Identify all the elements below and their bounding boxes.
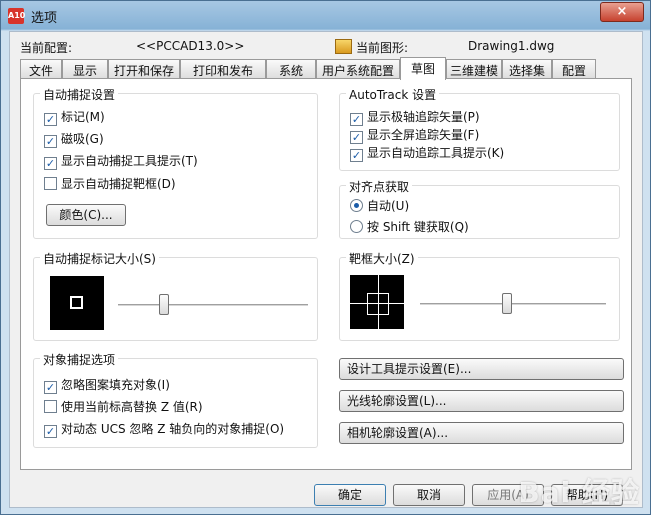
autosnap-tooltip-checkbox[interactable]: ✓ <box>44 157 57 170</box>
full-screen-tracking-option[interactable]: ✓ 显示全屏追踪矢量(F) <box>350 126 479 144</box>
full-screen-tracking-label: 显示全屏追踪矢量(F) <box>367 128 480 142</box>
drafting-tab-panel: 自动捕捉设置 ✓ 标记(M) ✓ 磁吸(G) ✓ 显示自动捕捉工具提示(T) 显示自动… <box>20 78 632 470</box>
ignore-negative-z-label: 对动态 UCS 忽略 Z 轴负向的对象捕捉(O) <box>61 422 285 436</box>
help-button[interactable]: 帮助(H) <box>551 484 623 506</box>
autosnap-settings-title: 自动捕捉设置 <box>40 86 119 103</box>
tab-display[interactable]: 显示 <box>62 59 108 79</box>
autosnap-marker-size-group: 自动捕捉标记大小(S) <box>33 250 318 341</box>
full-screen-tracking-checkbox[interactable]: ✓ <box>350 131 363 144</box>
alignment-point-group: 对齐点获取 自动(U) 按 Shift 键获取(Q) <box>339 178 620 239</box>
autotrack-tooltip-label: 显示自动追踪工具提示(K) <box>367 146 505 160</box>
light-glyph-settings-button[interactable]: 光线轮廓设置(L)... <box>339 390 624 412</box>
ignore-hatch-option[interactable]: ✓ 忽略图案填充对象(I) <box>44 376 170 394</box>
tab-plot-publish[interactable]: 打印和发布 <box>180 59 266 79</box>
object-snap-options-title: 对象捕捉选项 <box>40 351 119 368</box>
tab-files[interactable]: 文件 <box>20 59 62 79</box>
polar-tracking-option[interactable]: ✓ 显示极轴追踪矢量(P) <box>350 108 480 126</box>
tab-open-save[interactable]: 打开和保存 <box>108 59 180 79</box>
aperture-size-preview <box>350 275 404 329</box>
aperture-size-slider-thumb[interactable] <box>502 293 513 314</box>
current-config-label: 当前配置: <box>20 41 73 55</box>
tab-user-preferences[interactable]: 用户系统配置 <box>316 59 400 79</box>
profile-row: 当前配置: <<PCCAD13.0>> 当前图形: Drawing1.dwg <box>20 36 640 56</box>
shift-acquisition-option[interactable]: 按 Shift 键获取(Q) <box>350 218 469 236</box>
tab-system[interactable]: 系统 <box>266 59 316 79</box>
ignore-negative-z-checkbox[interactable]: ✓ <box>44 425 57 438</box>
aperture-size-group: 靶框大小(Z) <box>339 250 620 341</box>
current-drawing-label: 当前图形: <box>356 41 409 55</box>
autosnap-aperture-checkbox[interactable] <box>44 177 57 190</box>
crosshair-vertical <box>378 275 379 329</box>
autosnap-settings-group: 自动捕捉设置 ✓ 标记(M) ✓ 磁吸(G) ✓ 显示自动捕捉工具提示(T) 显示自动… <box>33 86 318 239</box>
magnet-option[interactable]: ✓ 磁吸(G) <box>44 130 104 148</box>
ignore-hatch-label: 忽略图案填充对象(I) <box>61 378 170 392</box>
crosshair-horizontal <box>350 303 404 304</box>
autotrack-tooltip-checkbox[interactable]: ✓ <box>350 149 363 162</box>
aperture-size-title: 靶框大小(Z) <box>346 250 418 267</box>
options-tabs: 文件 显示 打开和保存 打印和发布 系统 用户系统配置 草图 三维建模 选择集 … <box>20 57 640 80</box>
marker-option[interactable]: ✓ 标记(M) <box>44 108 105 126</box>
autosnap-marker-size-title: 自动捕捉标记大小(S) <box>40 250 159 267</box>
marker-checkbox[interactable]: ✓ <box>44 113 57 126</box>
automatic-acquisition-radio[interactable] <box>350 199 363 212</box>
cancel-button[interactable]: 取消 <box>393 484 465 506</box>
marker-size-slider-track[interactable] <box>118 304 308 307</box>
autosnap-aperture-option[interactable]: 显示自动捕捉靶框(D) <box>44 175 176 193</box>
replace-z-checkbox[interactable] <box>44 400 57 413</box>
marker-preview-square <box>70 296 83 309</box>
object-snap-options-group: 对象捕捉选项 ✓ 忽略图案填充对象(I) 使用当前标高替换 Z 值(R) ✓ 对动态… <box>33 351 318 448</box>
autotrack-tooltip-option[interactable]: ✓ 显示自动追踪工具提示(K) <box>350 144 504 162</box>
autotrack-settings-group: AutoTrack 设置 ✓ 显示极轴追踪矢量(P) ✓ 显示全屏追踪矢量(F) ✓… <box>339 86 620 171</box>
current-config-value: <<PCCAD13.0>> <box>136 39 245 53</box>
shift-acquisition-radio[interactable] <box>350 220 363 233</box>
camera-glyph-settings-button[interactable]: 相机轮廓设置(A)... <box>339 422 624 444</box>
tab-3d-modeling[interactable]: 三维建模 <box>446 59 502 79</box>
apply-button[interactable]: 应用(A) <box>472 484 544 506</box>
autosnap-tooltip-option[interactable]: ✓ 显示自动捕捉工具提示(T) <box>44 152 198 170</box>
title-bar[interactable]: A10 选项 × <box>1 1 651 31</box>
replace-z-label: 使用当前标高替换 Z 值(R) <box>61 400 203 414</box>
ignore-negative-z-option[interactable]: ✓ 对动态 UCS 忽略 Z 轴负向的对象捕捉(O) <box>44 420 284 438</box>
close-button[interactable]: × <box>600 2 644 22</box>
polar-tracking-label: 显示极轴追踪矢量(P) <box>367 110 480 124</box>
aperture-size-slider-track[interactable] <box>420 303 606 306</box>
ignore-hatch-checkbox[interactable]: ✓ <box>44 381 57 394</box>
shift-acquisition-label: 按 Shift 键获取(Q) <box>367 220 469 234</box>
tab-profiles[interactable]: 配置 <box>552 59 596 79</box>
drawing-file-icon <box>335 39 352 54</box>
window-title: 选项 <box>31 11 58 26</box>
polar-tracking-checkbox[interactable]: ✓ <box>350 113 363 126</box>
autosnap-aperture-label: 显示自动捕捉靶框(D) <box>61 177 176 191</box>
app-icon: A10 <box>8 8 25 24</box>
magnet-label: 磁吸(G) <box>61 132 104 146</box>
automatic-acquisition-label: 自动(U) <box>367 199 410 213</box>
options-dialog: A10 选项 × 当前配置: <<PCCAD13.0>> 当前图形: Drawi… <box>0 0 651 515</box>
design-tooltip-settings-button[interactable]: 设计工具提示设置(E)... <box>339 358 624 380</box>
tab-selection[interactable]: 选择集 <box>502 59 552 79</box>
automatic-acquisition-option[interactable]: 自动(U) <box>350 197 409 215</box>
replace-z-option[interactable]: 使用当前标高替换 Z 值(R) <box>44 398 203 416</box>
ok-button[interactable]: 确定 <box>314 484 386 506</box>
autosnap-tooltip-label: 显示自动捕捉工具提示(T) <box>61 154 198 168</box>
marker-size-preview <box>50 276 104 330</box>
dialog-client-area: 当前配置: <<PCCAD13.0>> 当前图形: Drawing1.dwg 文… <box>9 31 643 508</box>
autotrack-settings-title: AutoTrack 设置 <box>346 86 440 103</box>
tab-drafting[interactable]: 草图 <box>400 57 446 80</box>
color-button[interactable]: 颜色(C)... <box>46 204 126 226</box>
marker-label: 标记(M) <box>61 110 105 124</box>
magnet-checkbox[interactable]: ✓ <box>44 135 57 148</box>
current-drawing-value: Drawing1.dwg <box>468 39 555 53</box>
dialog-button-bar: 确定 取消 应用(A) 帮助(H) <box>10 474 642 507</box>
marker-size-slider-thumb[interactable] <box>158 294 169 315</box>
alignment-point-title: 对齐点获取 <box>346 178 413 195</box>
